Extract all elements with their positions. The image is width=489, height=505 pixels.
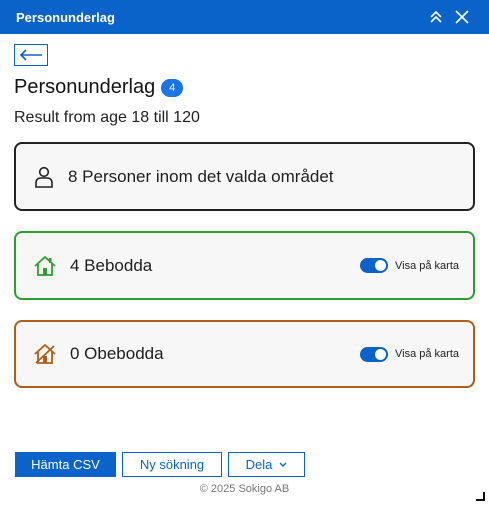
resize-handle[interactable] [476, 492, 485, 501]
inhabited-toggle-switch[interactable] [359, 258, 388, 273]
inhabited-toggle-label: Visa på karta [394, 259, 459, 272]
uninhabited-toggle-label: Visa på karta [394, 348, 459, 360]
uninhabited-toggle-switch[interactable] [359, 346, 388, 362]
uninhabited-label: 0 Obebodda [70, 344, 164, 363]
house-icon [34, 255, 56, 276]
inhabited-card: 4 Bebodda Visa på karta [14, 231, 475, 300]
panel-header: Personunderlag [0, 0, 489, 34]
count-badge: 4 [161, 78, 184, 97]
close-icon[interactable] [449, 0, 475, 34]
total-persons-label: 8 Personer inom det valda området [68, 166, 334, 186]
uninhabited-map-toggle: Visa på karta [359, 346, 459, 362]
total-persons-card: 8 Personer inom det valda området [14, 142, 475, 211]
result-subtitle: Result from age 18 till 120 [14, 109, 200, 126]
back-button[interactable] [14, 44, 48, 66]
arrow-left-icon [19, 49, 42, 61]
page-heading: Personunderlag 4 [14, 76, 184, 99]
download-csv-button[interactable]: Hämta CSV [15, 452, 116, 477]
inhabited-label: 4 Bebodda [70, 255, 153, 275]
chevron-down-icon [279, 462, 287, 467]
copyright-footer: © 2025 Sokigo AB [199, 483, 290, 495]
panel-title: Personunderlag [16, 9, 115, 25]
new-search-button[interactable]: Ny sökning [122, 452, 222, 477]
person-icon [35, 166, 53, 188]
action-buttons: Hämta CSV Ny sökning Dela [15, 452, 311, 477]
inhabited-map-toggle: Visa på karta [359, 258, 459, 273]
share-button[interactable]: Dela [228, 452, 305, 477]
uninhabited-card: 0 Obebodda Visa på karta [14, 320, 475, 388]
collapse-icon[interactable] [423, 0, 449, 34]
header-actions [423, 0, 489, 34]
share-button-label: Dela [245, 457, 273, 472]
house-crossed-icon [34, 343, 56, 364]
page-title: Personunderlag [14, 76, 156, 98]
